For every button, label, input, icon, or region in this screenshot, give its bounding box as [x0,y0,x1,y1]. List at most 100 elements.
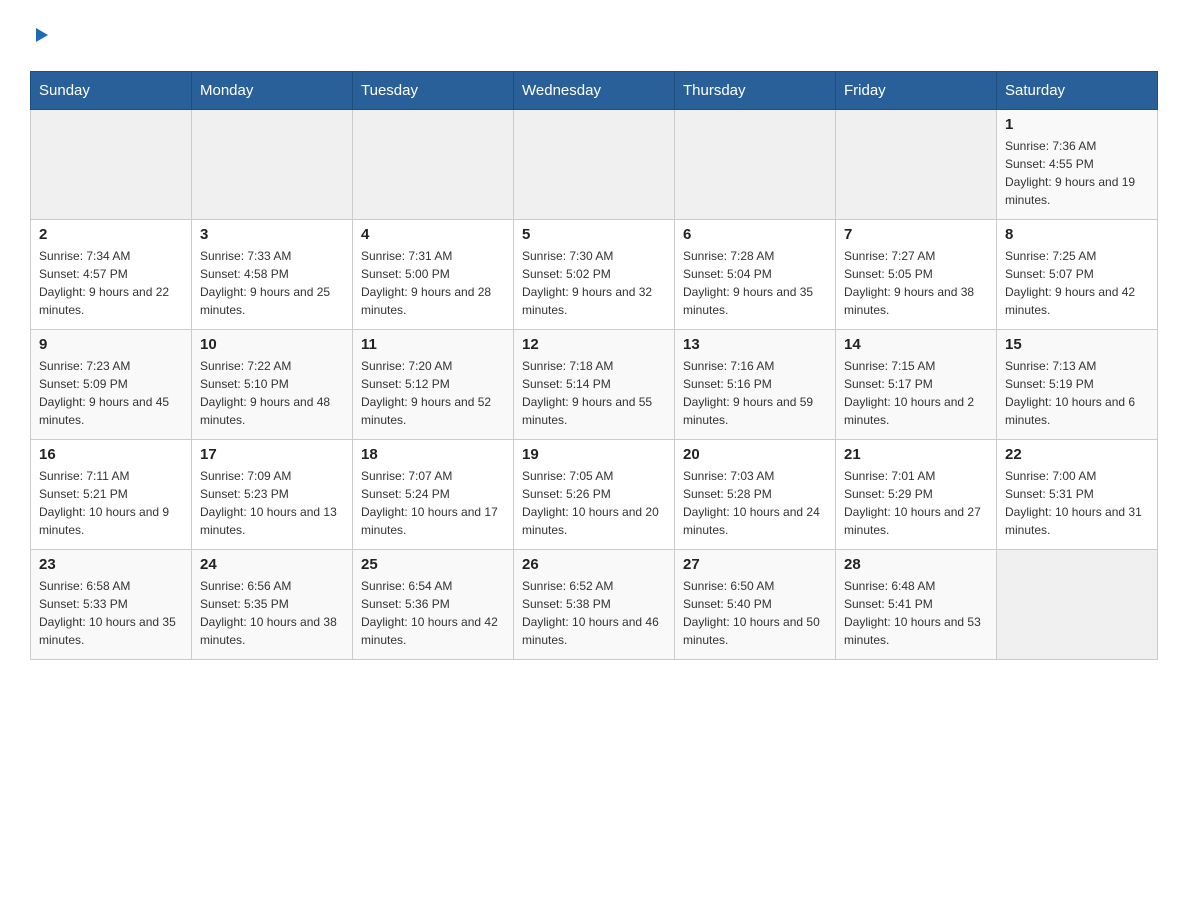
day-info: Sunrise: 7:13 AM Sunset: 5:19 PM Dayligh… [1005,357,1149,429]
day-number: 15 [1005,336,1149,353]
calendar-week-row: 2 Sunrise: 7:34 AM Sunset: 4:57 PM Daylig… [31,220,1158,330]
day-info: Sunrise: 6:56 AM Sunset: 5:35 PM Dayligh… [200,577,344,649]
day-number: 1 [1005,116,1149,133]
day-number: 19 [522,446,666,463]
calendar-week-row: 9 Sunrise: 7:23 AM Sunset: 5:09 PM Daylig… [31,330,1158,440]
calendar-cell: 18 Sunrise: 7:07 AM Sunset: 5:24 PM Dayli… [353,440,514,550]
day-number: 16 [39,446,183,463]
calendar-week-row: 23 Sunrise: 6:58 AM Sunset: 5:33 PM Dayli… [31,550,1158,660]
day-info: Sunrise: 7:30 AM Sunset: 5:02 PM Dayligh… [522,247,666,319]
day-number: 21 [844,446,988,463]
calendar-cell: 1 Sunrise: 7:36 AM Sunset: 4:55 PM Daylig… [997,110,1158,220]
day-info: Sunrise: 6:52 AM Sunset: 5:38 PM Dayligh… [522,577,666,649]
logo: Blue [30,20,52,51]
day-info: Sunrise: 7:22 AM Sunset: 5:10 PM Dayligh… [200,357,344,429]
weekday-header-friday: Friday [836,72,997,110]
calendar-cell: 28 Sunrise: 6:48 AM Sunset: 5:41 PM Dayli… [836,550,997,660]
day-info: Sunrise: 7:11 AM Sunset: 5:21 PM Dayligh… [39,467,183,539]
day-number: 25 [361,556,505,573]
weekday-header-monday: Monday [192,72,353,110]
day-number: 26 [522,556,666,573]
day-number: 20 [683,446,827,463]
day-number: 17 [200,446,344,463]
day-info: Sunrise: 6:48 AM Sunset: 5:41 PM Dayligh… [844,577,988,649]
day-info: Sunrise: 7:15 AM Sunset: 5:17 PM Dayligh… [844,357,988,429]
day-info: Sunrise: 7:36 AM Sunset: 4:55 PM Dayligh… [1005,137,1149,209]
day-info: Sunrise: 7:01 AM Sunset: 5:29 PM Dayligh… [844,467,988,539]
day-number: 14 [844,336,988,353]
calendar-cell [192,110,353,220]
day-info: Sunrise: 6:58 AM Sunset: 5:33 PM Dayligh… [39,577,183,649]
day-info: Sunrise: 6:54 AM Sunset: 5:36 PM Dayligh… [361,577,505,649]
weekday-header-saturday: Saturday [997,72,1158,110]
calendar-cell: 19 Sunrise: 7:05 AM Sunset: 5:26 PM Dayli… [514,440,675,550]
day-info: Sunrise: 7:07 AM Sunset: 5:24 PM Dayligh… [361,467,505,539]
day-number: 6 [683,226,827,243]
day-info: Sunrise: 7:09 AM Sunset: 5:23 PM Dayligh… [200,467,344,539]
calendar-table: SundayMondayTuesdayWednesdayThursdayFrid… [30,71,1158,660]
day-number: 23 [39,556,183,573]
day-info: Sunrise: 6:50 AM Sunset: 5:40 PM Dayligh… [683,577,827,649]
calendar-cell: 7Sunrise: 7:27 AM Sunset: 5:05 PM Daylig… [836,220,997,330]
calendar-cell [836,110,997,220]
day-info: Sunrise: 7:03 AM Sunset: 5:28 PM Dayligh… [683,467,827,539]
day-info: Sunrise: 7:00 AM Sunset: 5:31 PM Dayligh… [1005,467,1149,539]
day-number: 8 [1005,226,1149,243]
calendar-cell: 16 Sunrise: 7:11 AM Sunset: 5:21 PM Dayli… [31,440,192,550]
day-number: 4 [361,226,505,243]
day-info: Sunrise: 7:25 AM Sunset: 5:07 PM Dayligh… [1005,247,1149,319]
calendar-cell: 11 Sunrise: 7:20 AM Sunset: 5:12 PM Dayli… [353,330,514,440]
calendar-cell: 2 Sunrise: 7:34 AM Sunset: 4:57 PM Daylig… [31,220,192,330]
day-info: Sunrise: 7:20 AM Sunset: 5:12 PM Dayligh… [361,357,505,429]
calendar-cell: 14 Sunrise: 7:15 AM Sunset: 5:17 PM Dayli… [836,330,997,440]
calendar-cell: 9 Sunrise: 7:23 AM Sunset: 5:09 PM Daylig… [31,330,192,440]
calendar-cell: 20 Sunrise: 7:03 AM Sunset: 5:28 PM Dayli… [675,440,836,550]
calendar-cell [675,110,836,220]
calendar-cell: 5 Sunrise: 7:30 AM Sunset: 5:02 PM Daylig… [514,220,675,330]
day-number: 9 [39,336,183,353]
calendar-cell: 23 Sunrise: 6:58 AM Sunset: 5:33 PM Dayli… [31,550,192,660]
weekday-header-sunday: Sunday [31,72,192,110]
calendar-cell: 12 Sunrise: 7:18 AM Sunset: 5:14 PM Dayli… [514,330,675,440]
day-info: Sunrise: 7:34 AM Sunset: 4:57 PM Dayligh… [39,247,183,319]
calendar-cell: 24 Sunrise: 6:56 AM Sunset: 5:35 PM Dayli… [192,550,353,660]
day-number: 22 [1005,446,1149,463]
weekday-header-tuesday: Tuesday [353,72,514,110]
day-info: Sunrise: 7:05 AM Sunset: 5:26 PM Dayligh… [522,467,666,539]
day-number: 12 [522,336,666,353]
day-number: 10 [200,336,344,353]
calendar-cell: 25 Sunrise: 6:54 AM Sunset: 5:36 PM Dayli… [353,550,514,660]
day-info: Sunrise: 7:23 AM Sunset: 5:09 PM Dayligh… [39,357,183,429]
calendar-cell: 13 Sunrise: 7:16 AM Sunset: 5:16 PM Dayli… [675,330,836,440]
calendar-cell: 6 Sunrise: 7:28 AM Sunset: 5:04 PM Daylig… [675,220,836,330]
day-info: Sunrise: 7:28 AM Sunset: 5:04 PM Dayligh… [683,247,827,319]
calendar-cell: 15 Sunrise: 7:13 AM Sunset: 5:19 PM Dayli… [997,330,1158,440]
calendar-cell: 8 Sunrise: 7:25 AM Sunset: 5:07 PM Daylig… [997,220,1158,330]
calendar-cell: 21 Sunrise: 7:01 AM Sunset: 5:29 PM Dayli… [836,440,997,550]
calendar-week-row: 1 Sunrise: 7:36 AM Sunset: 4:55 PM Daylig… [31,110,1158,220]
day-number: 2 [39,226,183,243]
day-info: Sunrise: 7:16 AM Sunset: 5:16 PM Dayligh… [683,357,827,429]
day-info: Sunrise: 7:18 AM Sunset: 5:14 PM Dayligh… [522,357,666,429]
calendar-cell: 3Sunrise: 7:33 AM Sunset: 4:58 PM Daylig… [192,220,353,330]
day-number: 13 [683,336,827,353]
calendar-cell: 10 Sunrise: 7:22 AM Sunset: 5:10 PM Dayli… [192,330,353,440]
calendar-cell: 27Sunrise: 6:50 AM Sunset: 5:40 PM Dayli… [675,550,836,660]
day-number: 24 [200,556,344,573]
weekday-header-row: SundayMondayTuesdayWednesdayThursdayFrid… [31,72,1158,110]
calendar-cell [31,110,192,220]
logo-arrow-icon [32,20,50,51]
calendar-cell [353,110,514,220]
weekday-header-thursday: Thursday [675,72,836,110]
day-number: 11 [361,336,505,353]
calendar-week-row: 16 Sunrise: 7:11 AM Sunset: 5:21 PM Dayli… [31,440,1158,550]
day-number: 5 [522,226,666,243]
day-number: 28 [844,556,988,573]
day-number: 7 [844,226,988,243]
calendar-cell: 22 Sunrise: 7:00 AM Sunset: 5:31 PM Dayli… [997,440,1158,550]
day-info: Sunrise: 7:31 AM Sunset: 5:00 PM Dayligh… [361,247,505,319]
weekday-header-wednesday: Wednesday [514,72,675,110]
calendar-cell [514,110,675,220]
day-number: 18 [361,446,505,463]
calendar-cell: 4 Sunrise: 7:31 AM Sunset: 5:00 PM Daylig… [353,220,514,330]
